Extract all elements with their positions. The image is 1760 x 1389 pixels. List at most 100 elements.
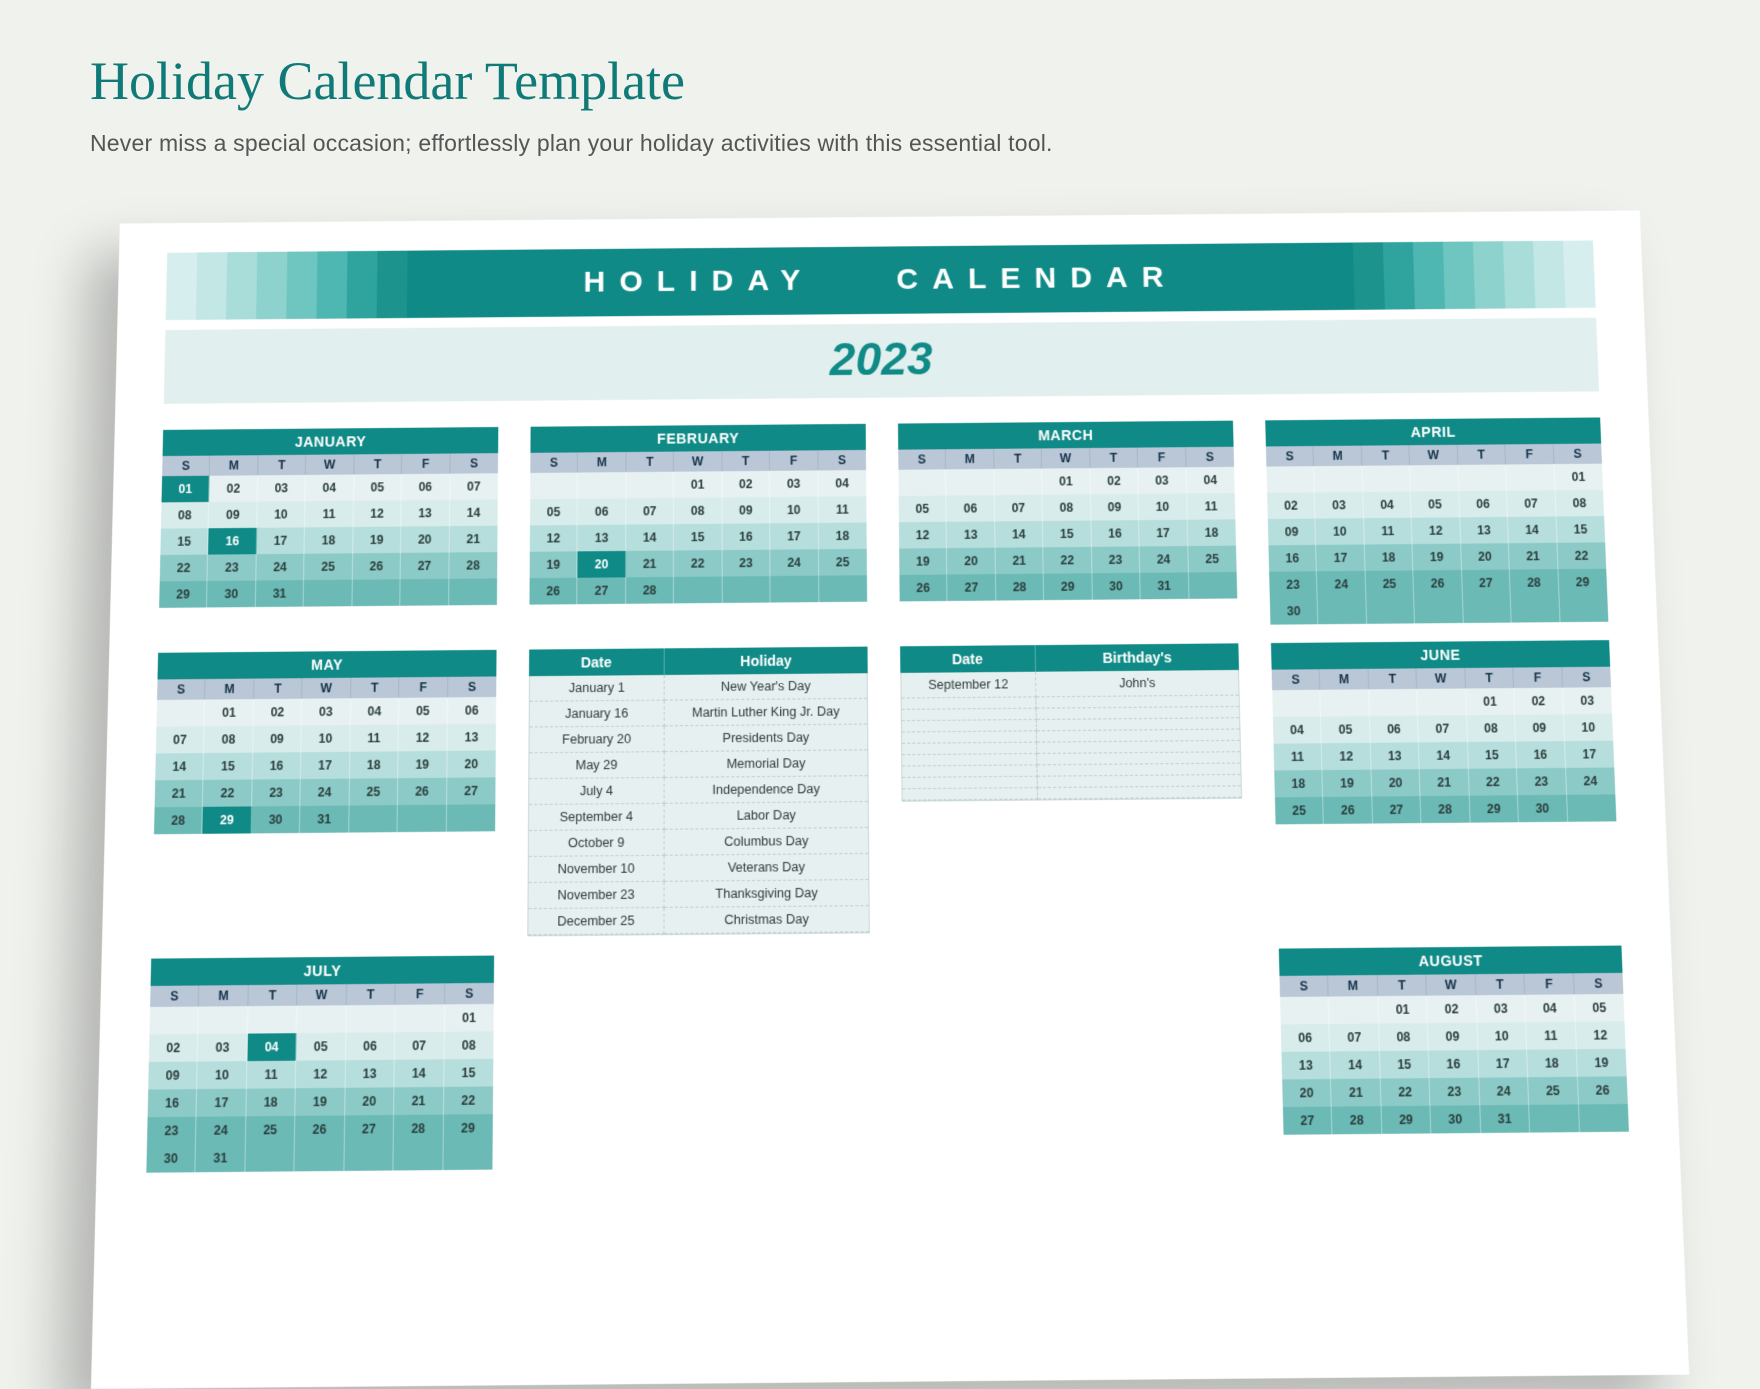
day-cell: 19 [1576,1049,1626,1077]
day-cell: 30 [146,1144,196,1172]
day-cell: 31 [256,580,305,607]
dow-label: S [1279,975,1329,996]
dow-label: T [1378,975,1428,996]
day-cell: 13 [447,724,496,751]
day-cell: 23 [252,779,301,806]
month-header: MAY [158,650,497,680]
day-cell: 05 [1574,994,1624,1022]
day-cell: 06 [578,498,626,525]
day-cell: 03 [302,698,351,725]
day-cell: 26 [1414,570,1463,597]
day-cell: 08 [674,498,722,525]
dow-label: T [248,985,297,1007]
day-cell: 21 [1509,543,1558,570]
day-cell: 13 [401,500,449,527]
day-cell: 09 [1428,1023,1478,1051]
day-cell: 20 [1461,543,1510,570]
day-cell: 30 [1092,573,1141,600]
day-cell: 21 [155,780,204,807]
banner: HOLIDAY CALENDAR [166,240,1596,320]
dow-label: M [210,455,258,476]
day-cell: 29 [1469,795,1519,822]
day-cell: 19 [530,551,578,578]
day-cell: 20 [578,551,626,578]
day-cell [994,469,1042,496]
day-cell: 18 [246,1088,296,1116]
dow-label: T [1368,668,1417,689]
day-cell: 20 [447,751,496,778]
info-header-cell: Birthday's [1035,643,1239,671]
day-cell [443,1142,493,1170]
info-cell: Presidents Day [665,725,868,753]
day-cell [1417,688,1466,715]
day-cell: 12 [899,522,947,549]
day-cell: 28 [1332,1106,1382,1134]
day-cell: 13 [578,525,626,552]
day-cell: 11 [1187,493,1236,520]
day-cell: 13 [1281,1051,1331,1079]
day-cell: 16 [1091,520,1140,547]
day-cell: 26 [1324,797,1373,824]
day-cell: 03 [1315,492,1364,519]
info-cell: John's [1036,670,1239,697]
day-cell: 15 [674,524,722,551]
dow-label: M [205,679,254,700]
day-cell: 24 [1566,768,1616,795]
day-cell: 18 [1274,770,1323,797]
day-cell [1366,597,1415,624]
day-cell: 22 [444,1086,494,1114]
dow-label: S [1553,444,1602,465]
month-july: JULYSMTWTFS01020304050607080910111213141… [146,956,494,1173]
day-cell: 11 [247,1061,297,1089]
day-cell [394,1142,444,1170]
day-cell: 08 [1043,494,1091,521]
day-cell: 28 [996,574,1045,601]
day-cell: 25 [1365,570,1414,597]
info-cell: September 4 [529,804,665,831]
day-cell: 14 [395,1059,445,1087]
day-cell: 19 [296,1088,346,1116]
dow-label: W [302,678,351,699]
day-cell: 07 [156,726,205,753]
day-cell: 22 [674,550,722,577]
info-cell: November 10 [529,856,665,883]
info-cell: Columbus Day [665,828,869,856]
day-cell: 05 [530,499,578,526]
day-cell [722,576,770,603]
dow-label: W [297,984,346,1006]
dow-label: S [530,452,578,473]
dow-label: T [254,678,303,699]
dow-label: W [674,451,722,472]
day-cell: 28 [154,807,203,834]
day-cell: 29 [159,581,208,608]
info-cell: July 4 [529,778,664,805]
day-cell [1266,466,1315,493]
day-cell: 09 [1268,519,1317,546]
day-cell: 23 [1092,546,1141,573]
day-cell: 22 [203,780,252,807]
day-cell: 03 [198,1034,248,1062]
day-cell [1506,464,1555,491]
day-cell [156,700,205,727]
day-cell: 10 [302,725,351,752]
dow-label: S [818,450,866,471]
day-cell: 08 [1555,490,1604,517]
dow-label: T [626,452,674,473]
info-header-cell: Date [529,648,665,676]
day-cell: 08 [1379,1023,1429,1051]
day-cell: 21 [626,551,674,578]
day-cell: 05 [1411,491,1460,518]
day-cell: 17 [1478,1050,1528,1078]
day-cell: 01 [1378,996,1428,1024]
day-cell: 06 [447,697,496,724]
day-cell: 15 [1556,516,1605,543]
day-cell: 02 [1090,468,1138,495]
dow-label: S [157,679,206,700]
day-cell: 06 [1370,716,1419,743]
day-cell: 01 [674,471,722,498]
day-cell: 12 [1322,743,1371,770]
month-header: APRIL [1265,417,1601,446]
day-cell: 21 [1331,1079,1381,1107]
info-cell: Labor Day [665,802,868,830]
day-cell: 20 [345,1087,395,1115]
